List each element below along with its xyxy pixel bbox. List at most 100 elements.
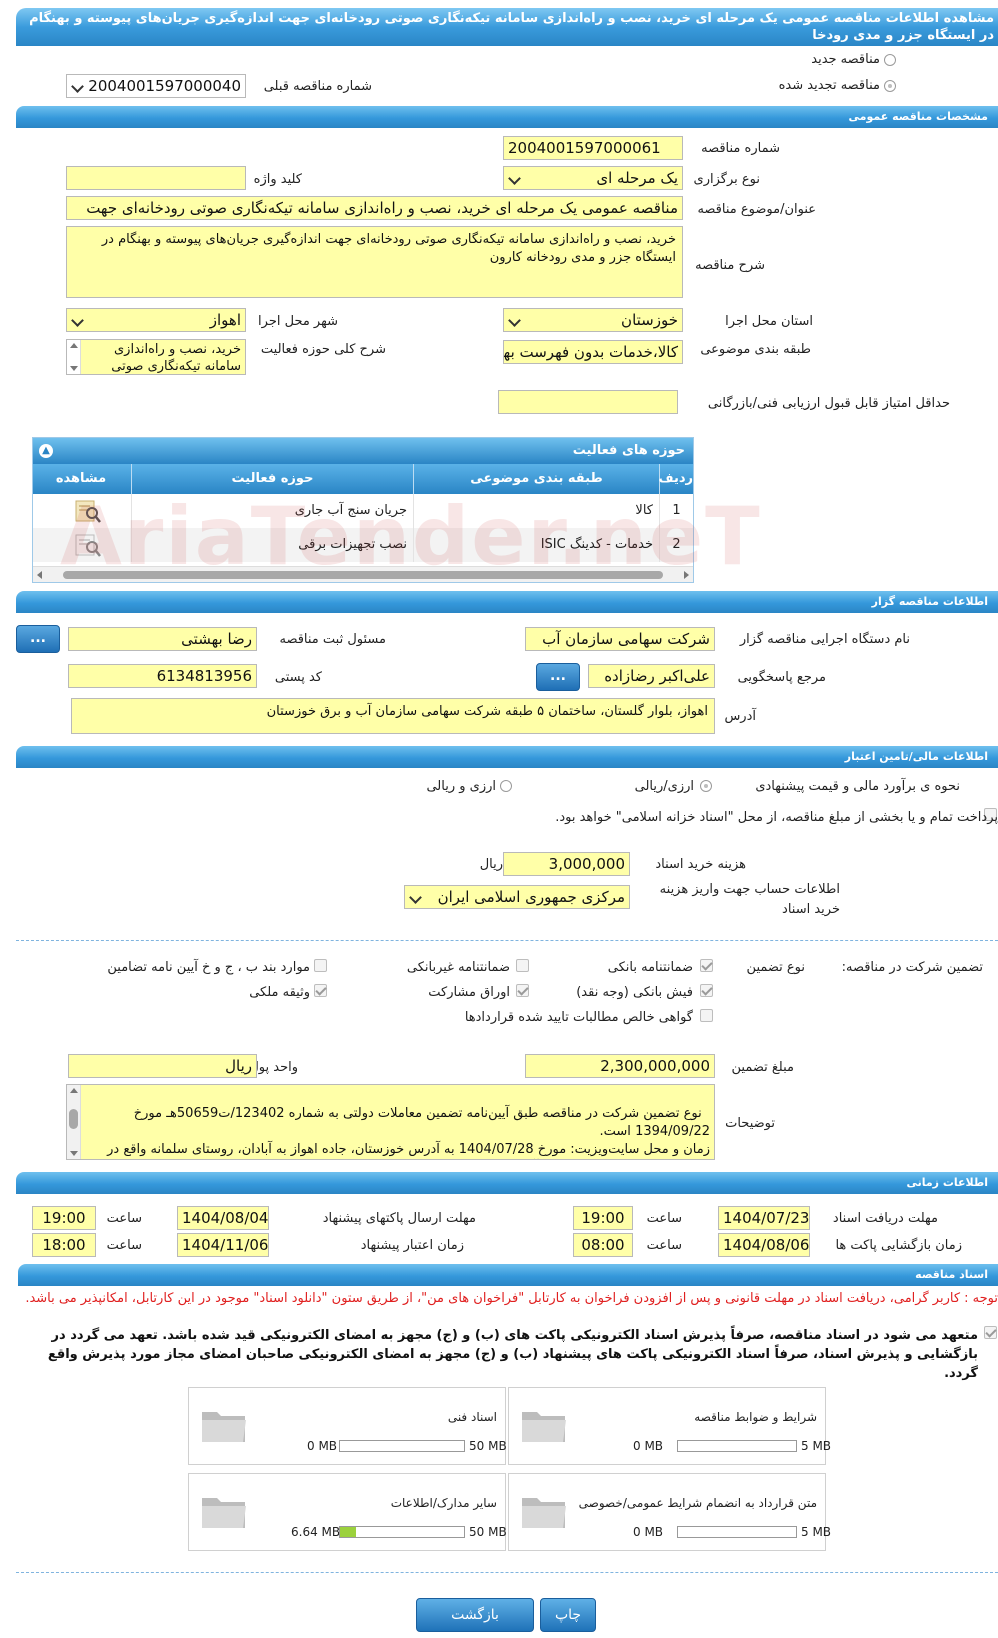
send-time-label: ساعت bbox=[106, 1211, 142, 1226]
doc-used-size: 0 MB bbox=[633, 1439, 664, 1453]
postal-field: 6134813956 bbox=[68, 664, 257, 688]
notes-scrollbar[interactable] bbox=[67, 1085, 81, 1159]
cash-checkbox[interactable] bbox=[700, 984, 713, 997]
renewed-tender-radio[interactable] bbox=[884, 80, 896, 92]
send-label: مهلت ارسال پاکتهای پیشنهاد bbox=[322, 1211, 476, 1226]
doc-receive-time: 19:00 bbox=[573, 1206, 633, 1230]
description-field: خرید، نصب و راه‌اندازی سامانه تیکه‌نگاری… bbox=[66, 226, 683, 298]
property-checkbox[interactable] bbox=[314, 984, 327, 997]
open-time-label: ساعت bbox=[646, 1238, 682, 1253]
estimate-rial-label: ارزی/ریالی bbox=[634, 779, 694, 794]
chevron-down-icon bbox=[409, 891, 422, 904]
province-select[interactable]: خوزستان bbox=[503, 308, 683, 332]
folder-icon bbox=[522, 1498, 566, 1528]
open-label: زمان بازگشایی پاکت ها bbox=[835, 1238, 962, 1253]
tender-number-field: 2004001597000061 bbox=[503, 136, 683, 160]
postal-label: کد پستی bbox=[274, 670, 322, 685]
bank-guarantee-checkbox[interactable] bbox=[700, 959, 713, 972]
scroll-up-icon[interactable] bbox=[70, 1088, 78, 1093]
keyword-input[interactable] bbox=[66, 166, 246, 190]
doc-box-other[interactable]: سایر مدارک/اطلاعات 6.64 MB 50 MB bbox=[188, 1473, 507, 1551]
scroll-down-icon[interactable] bbox=[70, 1151, 78, 1156]
print-button[interactable]: چاپ bbox=[540, 1598, 596, 1632]
nonbank-guarantee-checkbox[interactable] bbox=[516, 959, 529, 972]
city-value: اهواز bbox=[209, 311, 241, 329]
doc-fee-field: 3,000,000 bbox=[503, 852, 630, 876]
bonds-label: اوراق مشارکت bbox=[428, 985, 510, 1000]
activity-desc-field: خرید، نصب و راه‌اندازی سامانه تیکه‌نگاری… bbox=[66, 339, 246, 375]
bylaw-guarantee-checkbox[interactable] bbox=[314, 959, 327, 972]
description-label: شرح مناقصه bbox=[695, 258, 765, 273]
doc-fee-label: هزینه خرید اسناد bbox=[655, 857, 746, 872]
doc-progress-bar bbox=[677, 1526, 797, 1538]
registrar-field: رضا بهشتی bbox=[68, 627, 257, 651]
activity-desc-value: خرید، نصب و راه‌اندازی سامانه تیکه‌نگاری… bbox=[111, 342, 241, 374]
doc-progress-fill bbox=[340, 1527, 357, 1537]
city-select[interactable]: اهواز bbox=[66, 308, 246, 332]
back-button[interactable]: بازگشت bbox=[416, 1598, 534, 1632]
doc-box-contract[interactable]: متن قرارداد به انضمام شرایط عمومی/خصوصی … bbox=[508, 1473, 831, 1551]
chevron-down-icon bbox=[508, 172, 521, 185]
holding-type-select[interactable]: یک مرحله ای bbox=[503, 166, 683, 190]
new-tender-label: مناقصه جدید bbox=[811, 52, 880, 67]
doc-box-terms[interactable]: شرایط و ضوابط مناقصه 0 MB 5 MB bbox=[508, 1387, 831, 1465]
folder-icon bbox=[202, 1498, 246, 1528]
doc-progress-bar bbox=[339, 1440, 465, 1452]
holding-type-label: نوع برگزاری bbox=[693, 172, 760, 187]
guarantee-amount-field: 2,300,000,000 bbox=[525, 1054, 715, 1078]
prev-number-select[interactable]: 2004001597000040 bbox=[66, 74, 246, 98]
commit-checkbox[interactable] bbox=[984, 1326, 997, 1339]
timing-section-header: اطلاعات زمانی bbox=[16, 1172, 998, 1194]
notes-value: نوع تضمین شرکت در مناقصه طبق آیین‌نامه ت… bbox=[107, 1106, 710, 1157]
page-title: مشاهده اطلاعات مناقصه عمومی یک مرحله ای … bbox=[16, 8, 998, 46]
notes-field: نوع تضمین شرکت در مناقصه طبق آیین‌نامه ت… bbox=[66, 1084, 715, 1160]
min-score-field bbox=[498, 390, 678, 414]
province-value: خوزستان bbox=[621, 311, 678, 329]
scroll-left-icon[interactable] bbox=[37, 571, 42, 579]
validity-time: 18:00 bbox=[32, 1233, 96, 1257]
folder-icon bbox=[202, 1412, 246, 1442]
doc-fee-unit: ریال bbox=[479, 857, 503, 872]
divider bbox=[16, 940, 998, 941]
estimate-fx-label: ارزی و ریالی bbox=[426, 779, 496, 794]
account-label: اطلاعات حساب جهت واریز هزینه خرید اسناد bbox=[659, 882, 840, 917]
province-label: استان محل اجرا bbox=[725, 314, 813, 329]
doc-receive-date: 1404/07/23 bbox=[718, 1206, 810, 1230]
cash-label: فیش بانکی (وجه نقد) bbox=[576, 985, 693, 1000]
estimate-fx-radio[interactable] bbox=[500, 780, 512, 792]
guarantee-label: تضمین شرکت در مناقصه: bbox=[841, 960, 983, 975]
guarantee-amount-label: مبلغ تضمین bbox=[731, 1060, 794, 1075]
prev-number-value: 2004001597000040 bbox=[88, 77, 241, 95]
send-time: 19:00 bbox=[32, 1206, 96, 1230]
doc-box-technical[interactable]: اسناد فنی 0 MB 50 MB bbox=[188, 1387, 507, 1465]
scroll-up-icon[interactable] bbox=[70, 343, 78, 348]
doc-receive-label: مهلت دریافت اسناد bbox=[832, 1211, 938, 1226]
bonds-checkbox[interactable] bbox=[516, 984, 529, 997]
account-value: مرکزی جمهوری اسلامی ایران bbox=[437, 888, 625, 906]
subject-label: عنوان/موضوع مناقصه bbox=[697, 202, 816, 217]
activity-desc-scrollbar[interactable] bbox=[67, 340, 81, 374]
open-date: 1404/08/06 bbox=[718, 1233, 810, 1257]
new-tender-radio[interactable] bbox=[884, 54, 896, 66]
org-more-button[interactable]: ... bbox=[16, 625, 60, 653]
collapse-icon[interactable]: ▲ bbox=[39, 444, 53, 458]
doc-used-size: 0 MB bbox=[633, 1525, 664, 1539]
doc-max-size: 50 MB bbox=[469, 1439, 507, 1453]
tender-number-label: شماره مناقصه bbox=[701, 141, 780, 156]
receivables-label: گواهی خالص مطالبات تایید شده قراردادها bbox=[464, 1010, 693, 1025]
account-select[interactable]: مرکزی جمهوری اسلامی ایران bbox=[404, 885, 630, 909]
keyword-label: کلید واژه bbox=[253, 172, 302, 187]
doc-title: سایر مدارک/اطلاعات bbox=[390, 1496, 497, 1510]
scroll-thumb[interactable] bbox=[69, 1109, 78, 1129]
receivables-checkbox[interactable] bbox=[700, 1009, 713, 1022]
estimate-label: نحوه ی برآورد مالی و قیمت پیشنهادی bbox=[755, 779, 960, 794]
estimate-rial-radio[interactable] bbox=[700, 780, 712, 792]
category-label: طبقه بندی موضوعی bbox=[700, 342, 811, 357]
scroll-down-icon[interactable] bbox=[70, 366, 78, 371]
doc-used-size: 6.64 MB bbox=[291, 1525, 341, 1539]
bylaw-guarantee-label: موارد بند ب ، ج و خ آیین نامه تضامین bbox=[107, 960, 310, 975]
watermark: AriaTender.neT bbox=[60, 490, 762, 583]
city-label: شهر محل اجرا bbox=[258, 314, 338, 329]
chevron-down-icon bbox=[71, 80, 84, 93]
contact-more-button[interactable]: ... bbox=[536, 663, 580, 691]
